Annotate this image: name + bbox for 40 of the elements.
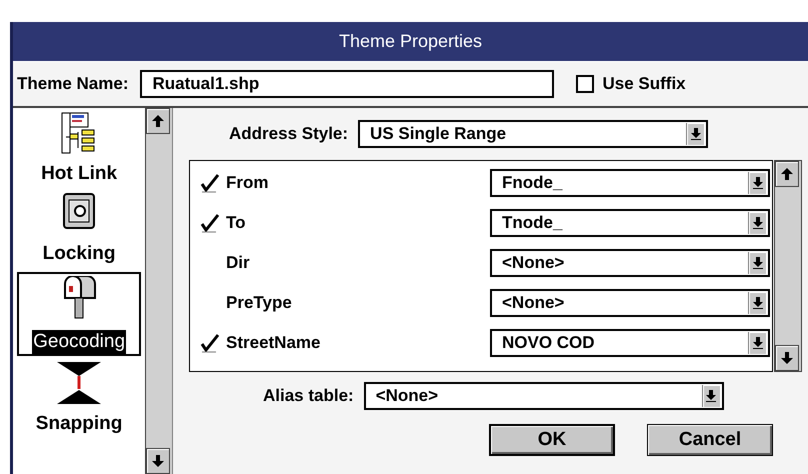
checkmark-icon[interactable] (200, 333, 220, 353)
window-title: Theme Properties (338, 30, 482, 53)
scrollbar[interactable] (774, 160, 802, 372)
scroll-down-button[interactable] (146, 448, 170, 474)
sidebar-item[interactable]: Snapping (17, 362, 142, 436)
up-arrow-icon (781, 168, 793, 180)
hot-link-icon (61, 112, 98, 156)
ok-button[interactable]: OK (489, 424, 615, 456)
field-name: StreetName (226, 332, 322, 354)
snapping-icon (57, 362, 102, 404)
sidebar-item[interactable]: Locking (17, 192, 142, 266)
field-dropdown[interactable]: <None> (490, 289, 770, 317)
checkmark-icon[interactable] (200, 173, 220, 193)
safe-icon (61, 192, 98, 232)
alias-table-dropdown[interactable]: <None> (364, 382, 724, 410)
scroll-down-button[interactable] (775, 345, 799, 371)
alias-table-label: Alias table: (263, 385, 354, 408)
field-name: PreType (226, 292, 293, 314)
use-suffix-checkbox[interactable]: Use Suffix (576, 71, 686, 97)
scrollbar[interactable] (145, 108, 172, 474)
field-dropdown[interactable]: Fnode_ (490, 169, 770, 197)
field-dropdown[interactable]: <None> (490, 249, 770, 277)
cancel-button[interactable]: Cancel (647, 424, 773, 456)
sidebar-item[interactable]: Geocoding (17, 272, 142, 356)
scroll-up-button[interactable] (775, 161, 799, 187)
field-name: From (226, 172, 270, 194)
field-dropdown[interactable]: NOVO COD (490, 329, 770, 357)
sidebar-item[interactable]: Hot Link (17, 112, 142, 186)
theme-name-label: Theme Name: (17, 73, 128, 96)
field-name: Dir (226, 252, 251, 274)
up-arrow-icon (152, 115, 164, 127)
address-style-label: Address Style: (229, 123, 348, 146)
theme-name-field[interactable]: Ruatual1.shp (140, 70, 554, 98)
checkmark-icon[interactable] (200, 213, 220, 233)
down-arrow-icon (781, 352, 793, 364)
field-name: To (226, 212, 247, 234)
address-style-dropdown[interactable]: US Single Range (358, 120, 708, 148)
down-arrow-icon (152, 455, 164, 467)
scroll-up-button[interactable] (146, 108, 170, 134)
field-dropdown[interactable]: Tnode_ (490, 209, 770, 237)
